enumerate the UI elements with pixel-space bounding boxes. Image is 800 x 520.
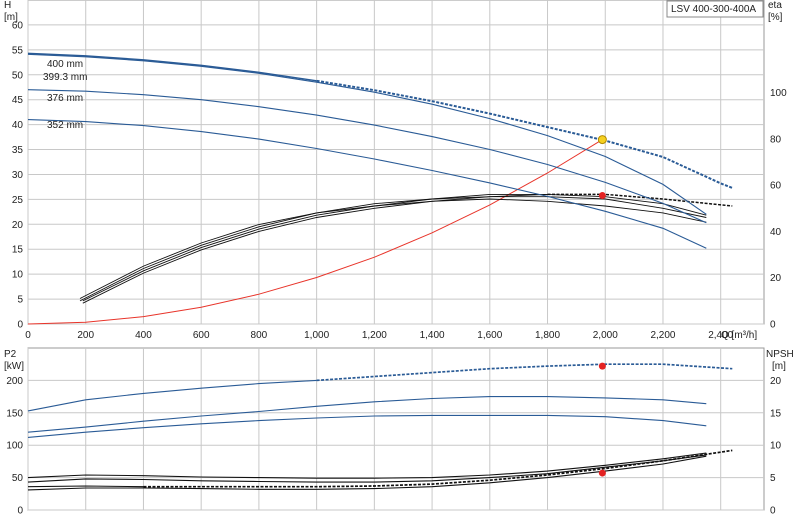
y-right-tick-label-bottom: 15 <box>770 408 782 419</box>
y-left-tick-label-bottom: 0 <box>17 506 23 517</box>
pump-performance-chart: 0 200 400 600 800 1,000 1,200 1,400 1,600 1,800 2,… <box>4 0 794 517</box>
x-tick-label: 200 <box>77 330 94 341</box>
y-left-tick-label: 45 <box>12 95 24 106</box>
y-left-tick-label: 25 <box>12 195 24 206</box>
y-right-tick-label-bottom: 10 <box>770 441 782 452</box>
y-left-label-top: H <box>4 0 11 11</box>
npsh-point-marker <box>598 469 606 477</box>
y-right-tick-label-bottom: 5 <box>770 473 776 484</box>
curve-label-0: 400 mm <box>47 59 83 70</box>
y-left-tick-label-bottom: 100 <box>6 441 23 452</box>
x-tick-label: 1,800 <box>535 330 560 341</box>
x-tick-label: 2,000 <box>593 330 618 341</box>
x-axis-label: Q [m³/h] <box>721 330 757 341</box>
y-left-tick-label: 55 <box>12 45 24 56</box>
y-right-tick-label: 40 <box>770 227 782 238</box>
eta-point-marker <box>598 192 606 200</box>
y-right-label-bottom: NPSH <box>766 349 794 360</box>
curve-label-2: 376 mm <box>47 93 83 104</box>
y-left-tick-label: 35 <box>12 145 24 156</box>
top-y-right-ticks: 0 20 40 60 80 100 <box>770 88 787 330</box>
y-right-tick-label-bottom: 20 <box>770 376 782 387</box>
y-right-tick-label: 80 <box>770 134 782 145</box>
x-tick-label: 800 <box>251 330 268 341</box>
head-curve-1 <box>27 53 707 215</box>
x-tick-label: 2,200 <box>650 330 675 341</box>
x-tick-label: 1,200 <box>362 330 387 341</box>
y-right-unit-bottom: [m] <box>772 361 786 372</box>
y-right-tick-label: 0 <box>770 320 776 331</box>
y-left-tick-label: 0 <box>17 320 23 331</box>
y-right-tick-label: 60 <box>770 181 782 192</box>
y-left-tick-label: 15 <box>12 245 24 256</box>
x-tick-label: 1,000 <box>304 330 329 341</box>
y-left-tick-label: 50 <box>12 70 24 81</box>
x-tick-label: 1,600 <box>477 330 502 341</box>
eta-curve-1 <box>82 193 707 302</box>
x-tick-label: 600 <box>193 330 210 341</box>
bottom-y-right-ticks: 0 5 10 15 20 <box>770 376 782 517</box>
top-series <box>27 52 733 325</box>
bottom-y-left-ticks: 0 50 100 150 200 <box>6 376 23 517</box>
y-left-unit-top: [m] <box>4 12 18 23</box>
y-left-tick-label: 30 <box>12 170 24 181</box>
y-left-tick-label: 10 <box>12 270 24 281</box>
power-curve-2 <box>27 414 707 438</box>
bottom-series <box>27 362 733 491</box>
y-right-tick-label: 100 <box>770 88 787 99</box>
x-tick-label: 1,400 <box>420 330 445 341</box>
top-curve-labels: 400 mm 399.3 mm 376 mm 352 mm <box>43 59 87 131</box>
curve-label-3: 352 mm <box>47 120 83 131</box>
y-right-tick-label-bottom: 0 <box>770 506 776 517</box>
y-left-tick-label-bottom: 150 <box>6 408 23 419</box>
x-tick-label: 400 <box>135 330 152 341</box>
y-left-tick-label-bottom: 50 <box>12 473 24 484</box>
y-left-unit-bottom: [kW] <box>4 361 24 372</box>
power-point-marker <box>598 362 606 370</box>
chart-title-box: LSV 400-300-400A <box>666 0 764 18</box>
curve-label-1: 399.3 mm <box>43 72 87 83</box>
x-tick-label: 0 <box>25 330 31 341</box>
top-x-ticks: 0 200 400 600 800 1,000 1,200 1,400 1,600 1,800 2,… <box>25 330 733 341</box>
y-left-tick-label: 5 <box>17 295 23 306</box>
system-curve <box>27 139 603 325</box>
y-right-tick-label: 20 <box>770 273 782 284</box>
y-left-label-bottom: P2 <box>4 349 17 360</box>
y-left-tick-label: 40 <box>12 120 24 131</box>
power-curve-1 <box>27 396 707 433</box>
y-right-label-top: eta <box>768 0 782 11</box>
duty-point-marker <box>597 135 607 145</box>
chart-title: LSV 400-300-400A <box>671 4 756 15</box>
y-left-tick-label: 20 <box>12 220 24 231</box>
y-right-unit-top: [%] <box>768 12 783 23</box>
top-y-left-ticks: 051015202530354045505560 <box>12 20 24 330</box>
y-left-tick-label-bottom: 200 <box>6 376 23 387</box>
power-curve-0-dashed <box>316 363 733 382</box>
power-curve-0-solid <box>27 379 317 412</box>
head-curve-0-dashed <box>316 79 733 189</box>
